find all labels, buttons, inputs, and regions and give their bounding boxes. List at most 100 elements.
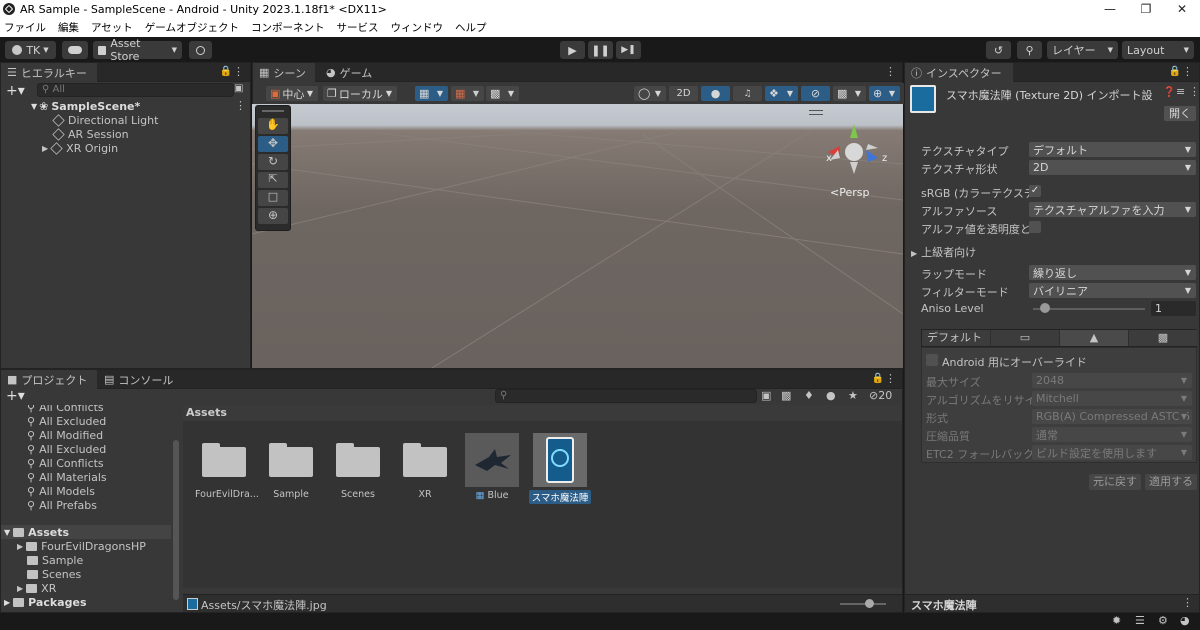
asset-folder[interactable]: FourEvilDra... bbox=[195, 433, 259, 500]
space-dropdown[interactable]: ❐ ローカル ▼ bbox=[323, 86, 397, 101]
filter-mode-dropdown[interactable]: バイリニア ▼ bbox=[1029, 283, 1196, 298]
undo-history-button[interactable]: ↺ bbox=[986, 41, 1011, 59]
hierarchy-item[interactable]: Directional Light bbox=[52, 113, 158, 127]
advanced-foldout[interactable]: ▶ 上級者向け bbox=[911, 244, 976, 260]
collab-icon[interactable]: ◕ bbox=[1180, 614, 1190, 627]
pivot-dropdown[interactable]: ▣ 中心 ▼ bbox=[266, 86, 318, 101]
hand-tool-button[interactable]: ✋ bbox=[258, 118, 288, 134]
alpha-source-dropdown[interactable]: テクスチャアルファを入力 ▼ bbox=[1029, 202, 1196, 217]
lock-icon[interactable]: 🔒 bbox=[1169, 66, 1181, 77]
srgb-checkbox[interactable]: ✓ bbox=[1029, 185, 1041, 197]
preview-menu-icon[interactable]: ⋮ bbox=[1182, 596, 1193, 609]
favorite-item[interactable]: ⚲ All Conflicts bbox=[27, 456, 104, 470]
type-filter-icon[interactable]: ▩ bbox=[781, 389, 791, 402]
search-button[interactable]: ⚲ bbox=[1017, 41, 1042, 59]
cloud-button[interactable] bbox=[62, 41, 88, 59]
debug-icon[interactable]: ✹ bbox=[1112, 614, 1121, 627]
tree-folder[interactable]: Scenes bbox=[27, 567, 81, 581]
favorite-item[interactable]: ⚲ All Materials bbox=[27, 470, 107, 484]
tree-packages-root[interactable]: ▶ Packages bbox=[4, 595, 87, 609]
maximize-button[interactable]: ❐ bbox=[1128, 0, 1164, 18]
progress-icon[interactable]: ⚙ bbox=[1158, 614, 1168, 627]
step-button[interactable]: ▶❚ bbox=[616, 41, 641, 59]
favorite-item[interactable]: ⚲ All Modified bbox=[27, 428, 103, 442]
palette-drag-handle[interactable] bbox=[262, 110, 284, 112]
scene-menu-icon[interactable]: ⋮ bbox=[235, 99, 246, 112]
create-asset-button[interactable]: +▾ bbox=[6, 388, 25, 404]
expand-arrow-icon[interactable]: ▼ bbox=[31, 102, 37, 111]
hierarchy-search-input[interactable]: ⚲ All bbox=[37, 83, 234, 97]
search-filter-icon[interactable]: ▣ bbox=[761, 389, 771, 402]
account-button[interactable]: TK ▼ bbox=[5, 41, 56, 59]
asset-folder[interactable]: XR bbox=[396, 433, 454, 500]
layers-dropdown[interactable]: レイヤー ▼ bbox=[1047, 41, 1118, 59]
favorite-item[interactable]: ⚲ All Prefabs bbox=[27, 498, 97, 512]
version-control-button[interactable] bbox=[189, 41, 212, 59]
add-object-button[interactable]: +▾ bbox=[6, 83, 25, 99]
menu-component[interactable]: コンポーネント bbox=[251, 20, 325, 35]
play-button[interactable]: ▶ bbox=[560, 41, 585, 59]
asset-store-button[interactable]: Asset Store ▼ bbox=[93, 37, 182, 63]
favorite-item[interactable]: ⚲ All Excluded bbox=[27, 442, 106, 456]
orientation-gizmo[interactable] bbox=[820, 120, 890, 180]
zoom-slider-thumb[interactable] bbox=[865, 599, 874, 608]
menu-edit[interactable]: 編集 bbox=[58, 20, 79, 35]
tab-hierarchy[interactable]: ☰ ヒエラルキー bbox=[1, 63, 97, 82]
scale-tool-button[interactable]: ⇱ bbox=[258, 172, 288, 188]
tree-folder[interactable]: ▶ FourEvilDragonsHP bbox=[17, 539, 146, 553]
tab-inspector[interactable]: ⓘ インスペクター bbox=[905, 63, 1013, 82]
panel-menu-icon[interactable]: ⋮ bbox=[885, 65, 896, 78]
grid-snap-toggle[interactable]: ▦ ▼ bbox=[415, 86, 448, 101]
grid-dropdown[interactable]: ▩ ▼ bbox=[486, 86, 519, 101]
rotate-tool-button[interactable]: ↻ bbox=[258, 154, 288, 170]
rect-tool-button[interactable]: □ bbox=[258, 190, 288, 206]
panel-menu-icon[interactable]: ⋮ bbox=[885, 372, 896, 385]
asset-folder[interactable]: Sample bbox=[262, 433, 320, 500]
zoom-slider[interactable] bbox=[840, 603, 886, 605]
tree-assets-root[interactable]: ▼ Assets bbox=[1, 525, 171, 539]
shading-mode-dropdown[interactable]: ◯ ▼ bbox=[634, 86, 666, 101]
tree-scrollbar[interactable] bbox=[173, 440, 179, 600]
override-checkbox[interactable] bbox=[926, 354, 938, 366]
texture-shape-dropdown[interactable]: 2D ▼ bbox=[1029, 160, 1196, 175]
panel-menu-icon[interactable]: ⋮ bbox=[233, 65, 244, 78]
tab-project[interactable]: ■ プロジェクト bbox=[1, 370, 97, 389]
texture-type-dropdown[interactable]: デフォルト ▼ bbox=[1029, 142, 1196, 157]
asset-prefab[interactable]: ▦ Blue bbox=[463, 433, 521, 501]
favorite-item[interactable]: ⚲ All Excluded bbox=[27, 414, 106, 428]
hidden-packages-toggle[interactable]: ⊘20 bbox=[869, 389, 892, 402]
tree-folder[interactable]: ▶ XR bbox=[17, 581, 56, 595]
hidden-objects-toggle[interactable]: ⊘ bbox=[801, 86, 830, 101]
label-filter-icon[interactable]: ♦ bbox=[804, 389, 814, 402]
platform-tab-webgl[interactable]: ▩ bbox=[1129, 330, 1197, 346]
tab-scene[interactable]: ▦ シーン bbox=[253, 63, 315, 82]
favorite-item[interactable]: ⚲ All Models bbox=[27, 484, 95, 498]
aniso-slider-thumb[interactable] bbox=[1040, 303, 1050, 313]
revert-button[interactable]: 元に戻す bbox=[1089, 474, 1141, 490]
menu-file[interactable]: ファイル bbox=[4, 20, 46, 35]
menu-assets[interactable]: アセット bbox=[91, 20, 133, 35]
asset-folder[interactable]: Scenes bbox=[329, 433, 387, 500]
expand-arrow-icon[interactable]: ▶ bbox=[42, 144, 48, 153]
asset-breadcrumb[interactable]: Assets bbox=[183, 405, 902, 421]
favorite-star-icon[interactable]: ★ bbox=[848, 389, 858, 402]
help-icon[interactable]: ❓ bbox=[1163, 87, 1175, 98]
component-menu-icon[interactable]: ⋮ bbox=[1189, 85, 1200, 98]
hierarchy-item[interactable]: ▶ XR Origin bbox=[42, 141, 118, 155]
pause-button[interactable]: ❚❚ bbox=[588, 41, 613, 59]
close-button[interactable]: ✕ bbox=[1164, 0, 1200, 18]
alpha-transparency-checkbox[interactable] bbox=[1029, 221, 1041, 233]
transform-tool-button[interactable]: ⊕ bbox=[258, 208, 288, 224]
menu-services[interactable]: サービス bbox=[336, 20, 378, 35]
menu-help[interactable]: ヘルプ bbox=[455, 20, 487, 35]
overlay-menu-icon[interactable] bbox=[809, 110, 823, 115]
audio-toggle[interactable]: ♫ bbox=[733, 86, 762, 101]
lock-icon[interactable]: 🔒 bbox=[872, 373, 884, 384]
projection-toggle[interactable]: <Persp bbox=[830, 186, 869, 199]
tab-game[interactable]: ◕ ゲーム bbox=[320, 63, 380, 82]
tab-console[interactable]: ▤ コンソール bbox=[98, 370, 184, 389]
scene-row[interactable]: ▼ ❀ SampleScene* bbox=[31, 99, 140, 113]
apply-button[interactable]: 適用する bbox=[1145, 474, 1197, 490]
lighting-toggle[interactable]: ● bbox=[701, 86, 730, 101]
hierarchy-item[interactable]: AR Session bbox=[52, 127, 129, 141]
